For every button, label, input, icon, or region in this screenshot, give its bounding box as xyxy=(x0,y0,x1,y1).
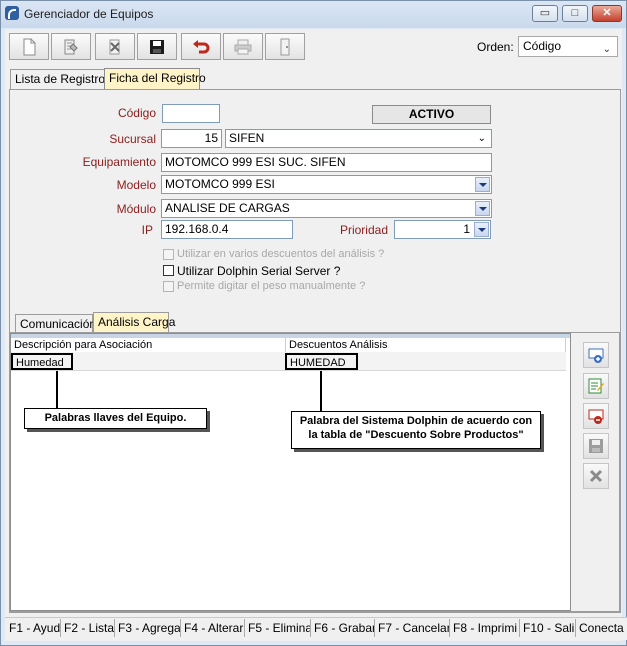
sucursal-label: Sucursal xyxy=(109,132,156,146)
callout-palabras-llaves: Palabras llaves del Equipo. xyxy=(24,408,207,429)
fkey-f10-salir[interactable]: F10 - Salir xyxy=(520,619,576,637)
cell-descuento[interactable]: HUMEDAD xyxy=(285,353,358,370)
save-disk-icon xyxy=(589,439,603,453)
peso-manual-label: Permite digitar el peso manualmente ? xyxy=(177,280,366,292)
cell-descripcion[interactable]: Humedad xyxy=(11,353,73,370)
callout-leader-right xyxy=(320,371,322,412)
add-row-button[interactable] xyxy=(583,342,609,368)
modulo-label: Módulo xyxy=(116,202,156,216)
dropdown-arrow-icon[interactable] xyxy=(474,222,489,237)
window-title: Gerenciador de Equipos xyxy=(24,7,154,21)
tab-lista-de-registros[interactable]: Lista de Registros xyxy=(10,69,111,89)
maximize-button[interactable]: □ xyxy=(562,5,588,22)
fkey-f4-alterar[interactable]: F4 - Alterar xyxy=(181,619,245,637)
codigo-label: Código xyxy=(117,106,156,120)
fkey-f5-elimina[interactable]: F5 - Elimina xyxy=(245,619,311,637)
exit-door-icon xyxy=(280,38,290,55)
orden-label: Orden: xyxy=(477,40,514,54)
equipamiento-label: Equipamiento xyxy=(82,155,156,169)
minimize-button[interactable]: ▭ xyxy=(532,5,558,22)
varios-descuentos-checkbox[interactable] xyxy=(163,249,174,260)
modulo-select-value: ANALISE DE CARGAS xyxy=(165,201,290,215)
exit-button[interactable] xyxy=(265,33,305,60)
peso-manual-checkbox[interactable] xyxy=(163,281,174,292)
prioridad-select-value: 1 xyxy=(463,222,470,236)
undo-button[interactable] xyxy=(181,33,221,60)
connection-status: Conecta xyxy=(579,621,624,635)
association-grid[interactable] xyxy=(10,333,571,611)
fkey-f8-imprimir[interactable]: F8 - Imprimi xyxy=(450,619,520,637)
modulo-select[interactable]: ANALISE DE CARGAS xyxy=(161,199,492,218)
sucursal-select-value: SIFEN xyxy=(229,131,265,145)
tab-ficha-del-registro[interactable]: Ficha del Registro xyxy=(104,68,206,90)
modelo-label: Modelo xyxy=(116,178,156,192)
remove-row-button[interactable] xyxy=(583,403,609,429)
fkey-f3-agrega[interactable]: F3 - Agrega xyxy=(115,619,181,637)
edit-row-button[interactable] xyxy=(583,373,609,399)
ip-label: IP xyxy=(141,223,153,237)
chevron-down-icon: ⌄ xyxy=(477,133,486,144)
cancel-row-button[interactable] xyxy=(583,463,609,489)
maximize-icon: □ xyxy=(571,7,579,19)
modelo-select[interactable]: MOTOMCO 999 ESI xyxy=(161,175,492,194)
undo-arrow-icon xyxy=(193,39,210,53)
status-badge: ACTIVO xyxy=(372,105,491,124)
dropdown-arrow-icon[interactable] xyxy=(475,201,490,216)
prioridad-select[interactable]: 1 xyxy=(394,220,491,239)
save-button[interactable] xyxy=(137,33,177,60)
edit-record-icon xyxy=(588,378,604,394)
varios-descuentos-label: Utilizar en varios descuentos del anális… xyxy=(177,248,385,260)
edit-document-icon xyxy=(64,39,78,54)
callout-palabra-sistema: Palabra del Sistema Dolphin de acuerdo c… xyxy=(291,411,541,449)
add-record-icon xyxy=(588,348,604,363)
fkey-f2-lista[interactable]: F2 - Lista xyxy=(61,619,115,637)
tab-comunicacion[interactable]: Comunicación xyxy=(15,314,96,333)
dolphin-serial-server-checkbox[interactable] xyxy=(163,265,174,276)
delete-button[interactable] xyxy=(95,33,135,60)
app-icon xyxy=(5,6,19,20)
ip-input[interactable]: 192.168.0.4 xyxy=(161,220,293,239)
dolphin-serial-server-label: Utilizar Dolphin Serial Server ? xyxy=(177,264,341,278)
delete-document-icon xyxy=(109,39,120,54)
dropdown-arrow-icon[interactable] xyxy=(475,177,490,192)
chevron-down-icon: ⌄ xyxy=(602,44,611,55)
sucursal-select[interactable]: SIFEN ⌄ xyxy=(225,129,492,148)
column-header-descuentos[interactable]: Descuentos Análisis xyxy=(286,338,566,352)
equipamiento-input[interactable]: MOTOMCO 999 ESI SUC. SIFEN xyxy=(161,153,492,172)
orden-select-value: Código xyxy=(523,39,562,53)
callout-leader-left xyxy=(56,371,58,408)
edit-button[interactable] xyxy=(51,33,91,60)
close-button[interactable]: ✕ xyxy=(592,5,622,22)
save-row-button[interactable] xyxy=(583,433,609,459)
tab-analisis-carga[interactable]: Análisis Carga xyxy=(93,312,175,333)
orden-select[interactable]: Código ⌄ xyxy=(518,36,618,57)
new-document-icon xyxy=(23,38,36,55)
new-button[interactable] xyxy=(9,33,49,60)
fkey-f6-grabar[interactable]: F6 - Grabar xyxy=(311,619,375,637)
close-icon: ✕ xyxy=(602,7,612,19)
column-header-descripcion[interactable]: Descripción para Asociación xyxy=(11,338,286,352)
remove-record-icon xyxy=(588,409,604,424)
sucursal-number-input[interactable]: 15 xyxy=(161,129,222,148)
printer-icon xyxy=(234,39,252,54)
fkey-f1-ayuda[interactable]: F1 - Ayud xyxy=(6,619,61,637)
modelo-select-value: MOTOMCO 999 ESI xyxy=(165,177,275,191)
codigo-input[interactable] xyxy=(162,104,220,123)
cancel-x-icon xyxy=(589,469,603,483)
minimize-icon: ▭ xyxy=(539,7,551,19)
prioridad-label: Prioridad xyxy=(339,223,388,237)
print-button[interactable] xyxy=(223,33,263,60)
save-disk-icon xyxy=(150,39,164,54)
fkey-f7-cancelar[interactable]: F7 - Cancelar xyxy=(375,619,450,637)
